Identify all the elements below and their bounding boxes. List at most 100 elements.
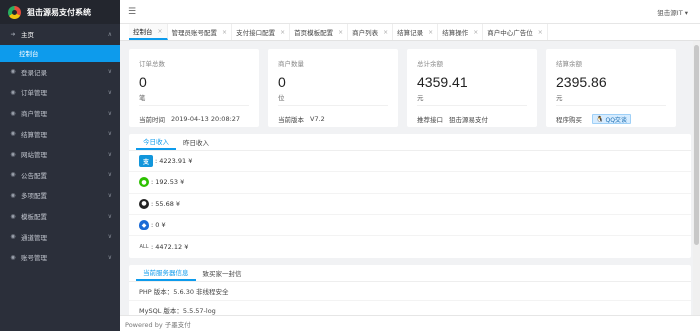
home-icon: ➜ (10, 30, 16, 38)
sidebar-item-label: 网站管理 (21, 151, 47, 160)
sidebar-item-label: 商户管理 (21, 110, 47, 119)
sidebar-item-template[interactable]: ◉ 模板配置 ∨ (0, 206, 120, 227)
brand[interactable]: 狙击源易支付系统 (0, 0, 120, 24)
server-tabs: 当前服务器信息 致买家一封信 (129, 265, 691, 282)
sidebar-subitem-dashboard[interactable]: 控制台 (0, 44, 120, 62)
qq-chat-label: QQ交谈 (605, 116, 627, 124)
merchant-icon: ◉ (10, 109, 16, 117)
card-value: 4359.41 (417, 74, 468, 90)
chevron-down-icon: ∨ (107, 109, 112, 117)
tab-label: 首页模板配置 (294, 29, 334, 37)
sidebar-item-merchant[interactable]: ◉ 商户管理 ∨ (0, 103, 120, 124)
chevron-down-icon: ∨ (107, 68, 112, 76)
card-title: 总计余额 (417, 60, 443, 68)
menu-toggle-icon[interactable]: ☰ (128, 7, 136, 17)
sidebar-item-label: 账号管理 (21, 254, 47, 263)
app-title: 狙击源易支付系统 (27, 7, 91, 17)
close-icon[interactable]: × (280, 29, 285, 36)
card-footer-key: 推荐接口 (417, 116, 443, 124)
close-icon[interactable]: × (158, 28, 163, 35)
tab-label: 商户中心广告位 (487, 29, 533, 37)
tab-1[interactable]: 管理员账号配置 × (168, 24, 233, 40)
income-tabs: 今日收入 昨日收入 (129, 134, 691, 151)
wechat-icon: ● (139, 177, 149, 188)
chevron-down-icon: ∨ (107, 171, 112, 179)
sidebar-item-label: 订单管理 (21, 89, 47, 98)
card-unit: 位 (278, 94, 285, 102)
card-unit: 元 (556, 94, 563, 102)
close-icon[interactable]: × (222, 29, 227, 36)
sidebar-item-order[interactable]: ◉ 订单管理 ∨ (0, 82, 120, 103)
income-tab-0[interactable]: 今日收入 (136, 134, 176, 150)
income-panel: 今日收入 昨日收入 支: 4223.91 ¥ ●: 192.53 ¥ ●: 55.68… (129, 134, 691, 258)
order-icon: ◉ (10, 88, 16, 96)
card-footer-value: V7.2 (310, 115, 325, 123)
card-value: 0 (278, 74, 286, 90)
tab-6[interactable]: 结算操作 × (438, 24, 484, 40)
card-unit: 笔 (139, 94, 146, 102)
scrollbar-thumb[interactable] (694, 45, 699, 245)
user-menu[interactable]: 狙击源IT ▾ (657, 7, 688, 17)
close-icon[interactable]: × (428, 29, 433, 36)
card-footer-key: 程序购买 (556, 116, 582, 124)
tab-label: 管理员账号配置 (171, 29, 218, 37)
main-content: 订单总数 0 笔当前时间 2019-04-13 20:08:27 商户数量 0 位当前版本 V… (120, 41, 700, 331)
close-icon[interactable]: × (383, 29, 388, 36)
tenpay-icon: ◆ (139, 220, 149, 231)
close-icon[interactable]: × (338, 29, 343, 36)
tab-label: 支付接口配置 (236, 29, 276, 37)
card-footer-value: 狙击源易支付 (449, 116, 488, 124)
tab-5[interactable]: 结算记录 × (393, 24, 439, 40)
sidebar-item-label: 主页 (21, 31, 34, 40)
tab-3[interactable]: 首页模板配置 × (290, 24, 349, 40)
footer: Powered by 子墨支付 (120, 315, 700, 331)
sidebar-item-notice[interactable]: ◉ 公告配置 ∨ (0, 165, 120, 186)
tab-0[interactable]: 控制台 × (129, 24, 168, 40)
chevron-down-icon: ∨ (107, 233, 112, 241)
all-icon: ALL (139, 243, 149, 250)
stat-cards: 订单总数 0 笔当前时间 2019-04-13 20:08:27 商户数量 0 位当前版本 V… (129, 49, 691, 127)
sidebar-item-user[interactable]: ◉ 登录记录 ∨ (0, 62, 120, 83)
footer-text: Powered by 子墨支付 (125, 320, 191, 329)
card-footer: 程序购买 🐧 QQ交谈 (556, 105, 666, 124)
server-tab-0[interactable]: 当前服务器信息 (136, 265, 196, 281)
qq-icon: ● (139, 198, 149, 209)
qq-chat-button[interactable]: 🐧 QQ交谈 (592, 114, 631, 124)
tab-label: 控制台 (133, 28, 153, 36)
card-footer: 当前时间 2019-04-13 20:08:27 (139, 105, 249, 124)
website-icon: ◉ (10, 150, 16, 158)
channel-icon: ◉ (10, 233, 16, 241)
close-icon[interactable]: × (538, 29, 543, 36)
chevron-down-icon: ∨ (107, 191, 112, 199)
sidebar-item-settle[interactable]: ◉ 结算管理 ∨ (0, 123, 120, 144)
tab-4[interactable]: 商户列表 × (348, 24, 394, 40)
income-row: ●: 192.53 ¥ (129, 172, 691, 194)
chevron-up-icon: ∧ (107, 30, 112, 38)
stat-card: 结算余额 2395.86 元程序购买 🐧 QQ交谈 (546, 49, 676, 127)
tab-label: 结算操作 (442, 29, 469, 37)
sidebar-item-account[interactable]: ◉ 账号管理 ∨ (0, 247, 120, 268)
tab-2[interactable]: 支付接口配置 × (232, 24, 291, 40)
sidebar-item-channel[interactable]: ◉ 通道管理 ∨ (0, 226, 120, 247)
sidebar-item-website[interactable]: ◉ 网站管理 ∨ (0, 144, 120, 165)
account-icon: ◉ (10, 253, 16, 261)
stat-card: 总计余额 4359.41 元推荐接口 狙击源易支付 (407, 49, 537, 127)
chevron-down-icon: ∨ (107, 150, 112, 158)
tab-7[interactable]: 商户中心广告位 × (483, 24, 548, 40)
card-value: 2395.86 (556, 74, 607, 90)
card-footer: 当前版本 V7.2 (278, 105, 388, 124)
sidebar-item-multi-config[interactable]: ◉ 多项配置 ∨ (0, 185, 120, 206)
page-tabs: 控制台 × 管理员账号配置 × 支付接口配置 × 首页模板配置 × 商户列表 × 结算记录 × 结算操作… (120, 24, 700, 41)
income-tab-1[interactable]: 昨日收入 (176, 134, 216, 150)
chevron-down-icon: ∨ (107, 88, 112, 96)
close-icon[interactable]: × (473, 29, 478, 36)
card-title: 订单总数 (139, 60, 165, 68)
chevron-down-icon: ∨ (107, 212, 112, 220)
top-header: ☰ 狙击源IT ▾ (120, 0, 700, 24)
sidebar-item-home[interactable]: ➜ 主页 ∧ (0, 24, 120, 45)
server-info-row: PHP 版本：5.6.30 非线程安全 (129, 282, 691, 301)
alipay-icon: 支 (139, 155, 153, 168)
user-icon: ◉ (10, 68, 16, 76)
server-tab-1[interactable]: 致买家一封信 (196, 265, 249, 281)
chevron-down-icon: ∨ (107, 130, 112, 138)
